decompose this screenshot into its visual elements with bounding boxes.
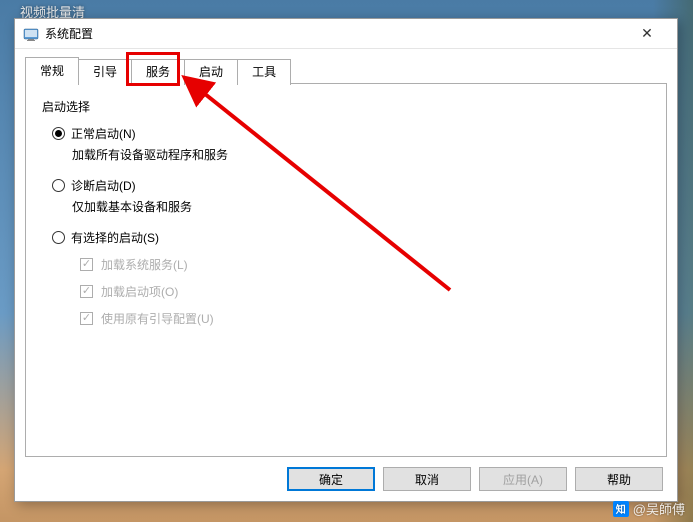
radio-diagnostic-startup[interactable]: 诊断启动(D) (52, 177, 648, 194)
dialog-title: 系统配置 (45, 25, 625, 42)
checkbox-use-original-boot-config: 使用原有引导配置(U) (80, 310, 648, 327)
ok-button[interactable]: 确定 (287, 467, 375, 491)
tab-panel-general: 启动选择 正常启动(N) 加载所有设备驱动程序和服务 诊断启动(D) 仅加载基本… (25, 83, 667, 457)
close-button[interactable]: ✕ (625, 20, 669, 48)
dialog-buttons: 确定 取消 应用(A) 帮助 (25, 457, 667, 491)
tab-startup[interactable]: 启动 (184, 59, 238, 85)
checkbox-icon (80, 312, 93, 325)
checkbox-icon (80, 285, 93, 298)
checkbox-icon (80, 258, 93, 271)
tab-services[interactable]: 服务 (131, 59, 185, 85)
apply-button: 应用(A) (479, 467, 567, 491)
radio-label: 诊断启动(D) (71, 177, 136, 194)
tab-general[interactable]: 常规 (25, 57, 79, 84)
titlebar: 系统配置 ✕ (15, 19, 677, 49)
radio-diagnostic-subtext: 仅加载基本设备和服务 (72, 198, 648, 215)
zhihu-icon: 知 (613, 501, 629, 517)
radio-icon (52, 127, 65, 140)
checkbox-load-system-services: 加载系统服务(L) (80, 256, 648, 273)
radio-label: 正常启动(N) (71, 125, 136, 142)
cancel-button[interactable]: 取消 (383, 467, 471, 491)
app-icon (23, 26, 39, 42)
tab-tools[interactable]: 工具 (237, 59, 291, 85)
radio-label: 有选择的启动(S) (71, 229, 159, 246)
radio-normal-startup[interactable]: 正常启动(N) (52, 125, 648, 142)
checkbox-label: 加载启动项(O) (101, 283, 178, 300)
system-config-dialog: 系统配置 ✕ 常规 引导 服务 启动 工具 启动选择 正常启动(N) 加载所有设… (14, 18, 678, 502)
radio-normal-subtext: 加载所有设备驱动程序和服务 (72, 146, 648, 163)
tab-boot[interactable]: 引导 (78, 59, 132, 85)
checkbox-label: 使用原有引导配置(U) (101, 310, 214, 327)
tab-strip: 常规 引导 服务 启动 工具 (25, 57, 667, 83)
help-button[interactable]: 帮助 (575, 467, 663, 491)
radio-icon (52, 179, 65, 192)
watermark: 知 @吴師傅 (613, 499, 685, 518)
radio-icon (52, 231, 65, 244)
watermark-text: @吴師傅 (633, 499, 685, 518)
radio-selective-startup[interactable]: 有选择的启动(S) (52, 229, 648, 246)
startup-selection-label: 启动选择 (42, 98, 648, 115)
checkbox-label: 加载系统服务(L) (101, 256, 188, 273)
checkbox-load-startup-items: 加载启动项(O) (80, 283, 648, 300)
